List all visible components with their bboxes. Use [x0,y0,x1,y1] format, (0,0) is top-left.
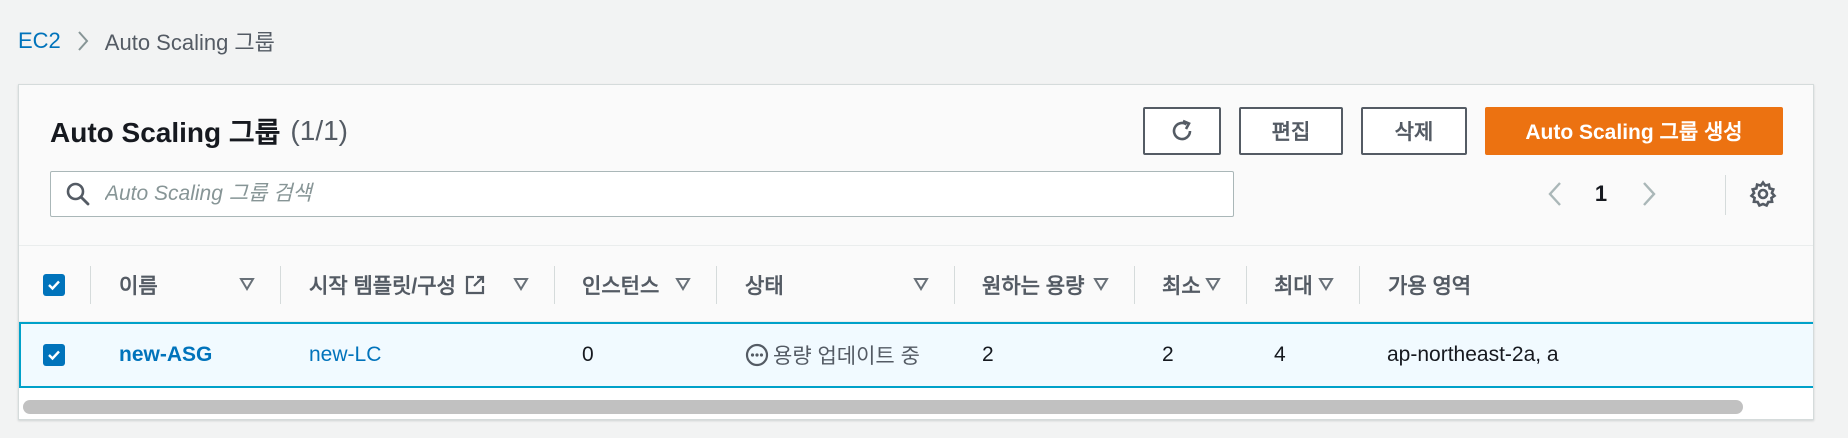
column-header-desired[interactable]: 원하는 용량 [982,246,1084,323]
column-header-template[interactable]: 시작 템플릿/구성 [309,246,486,323]
sort-down-icon[interactable] [510,273,532,295]
column-header-az[interactable]: 가용 영역 [1388,246,1471,323]
chevron-right-icon [61,26,105,56]
edit-button[interactable]: 편집 [1239,107,1343,155]
delete-button[interactable]: 삭제 [1361,107,1467,155]
column-header-min[interactable]: 최소 [1162,246,1201,323]
column-header-name[interactable]: 이름 [119,246,158,323]
sort-down-icon[interactable] [672,273,694,295]
chevron-right-icon [1641,181,1657,207]
column-divider [954,266,955,304]
row-name-link[interactable]: new-ASG [119,324,212,386]
pagination-divider [1725,175,1726,215]
gear-icon [1749,180,1777,208]
row-desired: 2 [982,343,994,366]
search-icon [51,172,105,216]
select-all-cell [43,246,65,323]
select-all-checkbox[interactable] [43,273,65,296]
column-divider [280,266,281,304]
search-box [50,171,1234,217]
sort-down-icon[interactable] [910,273,932,295]
column-header-max[interactable]: 최대 [1274,246,1313,323]
page-title: Auto Scaling 그룹 (1/1) [50,113,348,149]
row-checkbox[interactable] [43,344,65,366]
next-page-button[interactable] [1627,173,1671,215]
column-divider [554,266,555,304]
column-header-template-label: 시작 템플릿/구성 [309,274,456,298]
auto-scaling-groups-panel: Auto Scaling 그룹 (1/1) 편집 삭제 Auto Scaling… [18,84,1814,420]
row-status: 용량 업데이트 중 [745,324,920,386]
chevron-left-icon [1547,181,1563,207]
auto-scaling-groups-table: 이름 시작 템플릿/구성 인스턴스 상태 원하는 용량 최소 최대 가용 영역 … [19,245,1813,388]
in-progress-icon [745,343,769,367]
column-divider [90,266,91,304]
sort-down-icon[interactable] [1202,273,1224,295]
external-link-icon [464,274,486,296]
breadcrumb-ec2-link[interactable]: EC2 [18,28,61,54]
table-row[interactable]: new-ASG new-LC 0 용량 업데이트 중 2 2 4 ap-nort… [19,322,1813,388]
sort-down-icon[interactable] [1315,273,1337,295]
sort-down-icon[interactable] [1090,273,1112,295]
column-header-instances[interactable]: 인스턴스 [582,246,659,323]
row-template-link[interactable]: new-LC [309,324,381,386]
breadcrumb: EC2 Auto Scaling 그룹 [18,26,275,56]
table-header: 이름 시작 템플릿/구성 인스턴스 상태 원하는 용량 최소 최대 가용 영역 [19,245,1813,323]
create-auto-scaling-group-button[interactable]: Auto Scaling 그룹 생성 [1485,107,1783,155]
row-instances: 0 [582,343,594,366]
column-divider [1246,266,1247,304]
page-number-1[interactable]: 1 [1581,173,1621,215]
refresh-button[interactable] [1143,107,1221,155]
row-min: 2 [1162,343,1174,366]
row-max: 4 [1274,343,1286,366]
column-divider [716,266,717,304]
column-header-status[interactable]: 상태 [745,246,784,323]
selection-count: (1/1) [290,115,348,146]
preferences-button[interactable] [1741,173,1785,215]
scrollbar-thumb[interactable] [23,400,1743,414]
search-input[interactable] [105,174,1233,214]
horizontal-scrollbar[interactable] [19,395,1813,419]
refresh-icon [1168,117,1196,145]
row-select-cell [43,324,65,386]
column-divider [1134,266,1135,304]
previous-page-button[interactable] [1533,173,1577,215]
breadcrumb-current: Auto Scaling 그룹 [104,30,275,55]
row-az: ap-northeast-2a, a [1387,343,1559,366]
sort-down-icon[interactable] [236,273,258,295]
column-divider [1359,266,1360,304]
row-status-text: 용량 업데이트 중 [773,345,920,368]
page-title-text: Auto Scaling 그룹 [50,117,281,148]
